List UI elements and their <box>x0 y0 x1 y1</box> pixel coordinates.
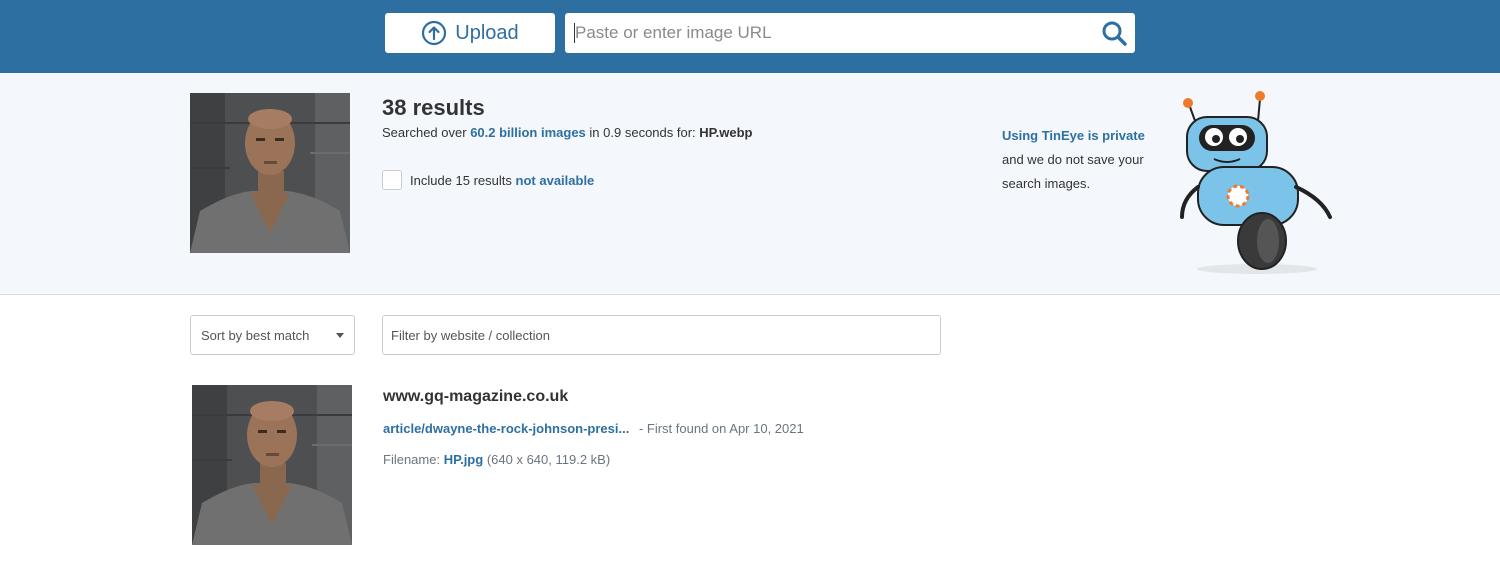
robot-mascot-icon <box>1180 91 1332 274</box>
results-count: 38 results <box>382 95 485 120</box>
privacy-line-2: and we do not save your <box>1002 152 1144 167</box>
result-image-thumbnail[interactable] <box>192 385 352 545</box>
result-path-link[interactable]: article/dwayne-the-rock-johnson-presi... <box>383 421 629 436</box>
result-domain-link[interactable]: www.gq-magazine.co.uk <box>383 388 568 406</box>
include-label: Include 15 results <box>410 172 512 188</box>
chevron-down-icon <box>336 333 344 338</box>
sort-value: Sort by best match <box>201 327 310 343</box>
include-unavailable-row: Include 15 results not available <box>382 170 594 190</box>
top-bar: Upload <box>0 0 1500 73</box>
search-summary: 38 results Searched over 60.2 billion im… <box>0 73 1500 295</box>
upload-button[interactable]: Upload <box>385 13 555 53</box>
result-filename-line: Filename: HP.jpg (640 x 640, 119.2 kB) <box>383 452 610 467</box>
query-image-thumbnail <box>190 93 350 253</box>
privacy-note: Using TinEye is private and we do not sa… <box>1002 124 1172 196</box>
upload-label: Upload <box>455 21 519 44</box>
not-available-link[interactable]: not available <box>516 173 595 188</box>
filename-label: Filename: <box>383 452 441 467</box>
searched-prefix: Searched over <box>382 125 467 140</box>
search-box <box>565 13 1135 53</box>
result-image-details: (640 x 640, 119.2 kB) <box>486 452 611 467</box>
searched-middle: in 0.9 seconds for: <box>589 125 696 140</box>
filter-website-input[interactable] <box>382 315 941 355</box>
first-found-date: - First found on Apr 10, 2021 <box>638 421 804 436</box>
result-filename-link[interactable]: HP.jpg <box>444 452 484 467</box>
privacy-line-3: search images. <box>1002 176 1091 191</box>
text-caret <box>574 23 575 43</box>
query-filename: HP.webp <box>699 125 753 140</box>
search-icon[interactable] <box>1101 20 1127 46</box>
include-unavailable-checkbox[interactable] <box>382 170 402 190</box>
upload-arrow-icon <box>422 20 447 46</box>
sort-dropdown[interactable]: Sort by best match <box>190 315 355 355</box>
result-path-line: article/dwayne-the-rock-johnson-presi...… <box>383 421 804 436</box>
privacy-link[interactable]: Using TinEye is private <box>1002 124 1172 148</box>
index-size-link[interactable]: 60.2 billion images <box>470 125 586 140</box>
search-stats: Searched over 60.2 billion images in 0.9… <box>382 125 753 140</box>
image-url-input[interactable] <box>565 13 1085 53</box>
